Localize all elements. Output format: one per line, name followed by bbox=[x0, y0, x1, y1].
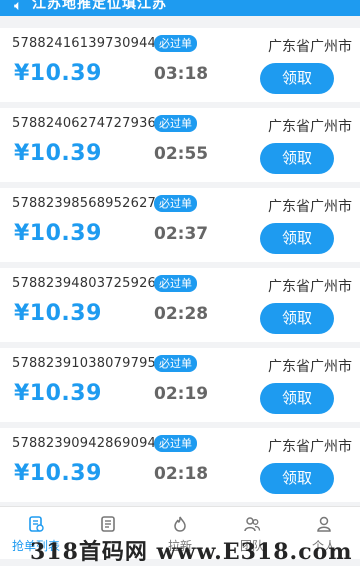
order-card: 578823948037259264 必过单 广东省广州市 ¥10.39 02:… bbox=[0, 268, 360, 342]
order-number: 578823948037259264 bbox=[12, 276, 165, 291]
order-card: 578824161397309440 必过单 广东省广州市 ¥10.39 03:… bbox=[0, 28, 360, 102]
claim-button[interactable]: 领取 bbox=[260, 223, 334, 254]
order-price: ¥10.39 bbox=[14, 301, 102, 326]
list-icon bbox=[29, 516, 44, 532]
order-price: ¥10.39 bbox=[14, 381, 102, 406]
order-city: 广东省广州市 bbox=[268, 199, 352, 215]
order-time: 02:28 bbox=[154, 304, 209, 324]
user-icon bbox=[317, 516, 331, 532]
claim-button[interactable]: 领取 bbox=[260, 63, 334, 94]
must-pass-badge: 必过单 bbox=[154, 115, 197, 132]
order-number: 578824062747279360 bbox=[12, 116, 165, 131]
claim-button[interactable]: 领取 bbox=[260, 383, 334, 414]
order-city: 广东省广州市 bbox=[268, 359, 352, 375]
notice-bar: 🔈︎ 江苏地推定位填江苏 bbox=[0, 0, 360, 16]
order-card: 578823985689526272 必过单 广东省广州市 ¥10.39 02:… bbox=[0, 188, 360, 262]
team-icon bbox=[244, 517, 261, 532]
order-time: 02:37 bbox=[154, 224, 209, 244]
order-number: 578823910380797952 bbox=[12, 356, 165, 371]
order-time: 03:18 bbox=[154, 64, 209, 84]
order-price: ¥10.39 bbox=[14, 221, 102, 246]
claim-button[interactable]: 领取 bbox=[260, 143, 334, 174]
order-card: 578823909428690944 必过单 广东省广州市 ¥10.39 02:… bbox=[0, 428, 360, 502]
order-number: 578823909428690944 bbox=[12, 436, 165, 451]
site-watermark: 318首码网 www.E318.com bbox=[30, 539, 353, 565]
must-pass-badge: 必过单 bbox=[154, 195, 197, 212]
order-city: 广东省广州市 bbox=[268, 39, 352, 55]
document-icon bbox=[101, 516, 115, 532]
order-time: 02:19 bbox=[154, 384, 209, 404]
order-city: 广东省广州市 bbox=[268, 439, 352, 455]
order-price: ¥10.39 bbox=[14, 61, 102, 86]
order-card: 578823910380797952 必过单 广东省广州市 ¥10.39 02:… bbox=[0, 348, 360, 422]
notice-text: 江苏地推定位填江苏 bbox=[32, 0, 167, 12]
speaker-icon: 🔈︎ bbox=[14, 0, 23, 14]
must-pass-badge: 必过单 bbox=[154, 275, 197, 292]
must-pass-badge: 必过单 bbox=[154, 35, 197, 52]
order-price: ¥10.39 bbox=[14, 141, 102, 166]
order-card: 578824062747279360 必过单 广东省广州市 ¥10.39 02:… bbox=[0, 108, 360, 182]
flame-icon bbox=[174, 516, 186, 532]
order-time: 02:55 bbox=[154, 144, 209, 164]
order-number: 578823985689526272 bbox=[12, 196, 165, 211]
order-price: ¥10.39 bbox=[14, 461, 102, 486]
must-pass-badge: 必过单 bbox=[154, 355, 197, 372]
order-city: 广东省广州市 bbox=[268, 119, 352, 135]
order-time: 02:18 bbox=[154, 464, 209, 484]
must-pass-badge: 必过单 bbox=[154, 435, 197, 452]
order-city: 广东省广州市 bbox=[268, 279, 352, 295]
claim-button[interactable]: 领取 bbox=[260, 303, 334, 334]
order-number: 578824161397309440 bbox=[12, 36, 165, 51]
claim-button[interactable]: 领取 bbox=[260, 463, 334, 494]
